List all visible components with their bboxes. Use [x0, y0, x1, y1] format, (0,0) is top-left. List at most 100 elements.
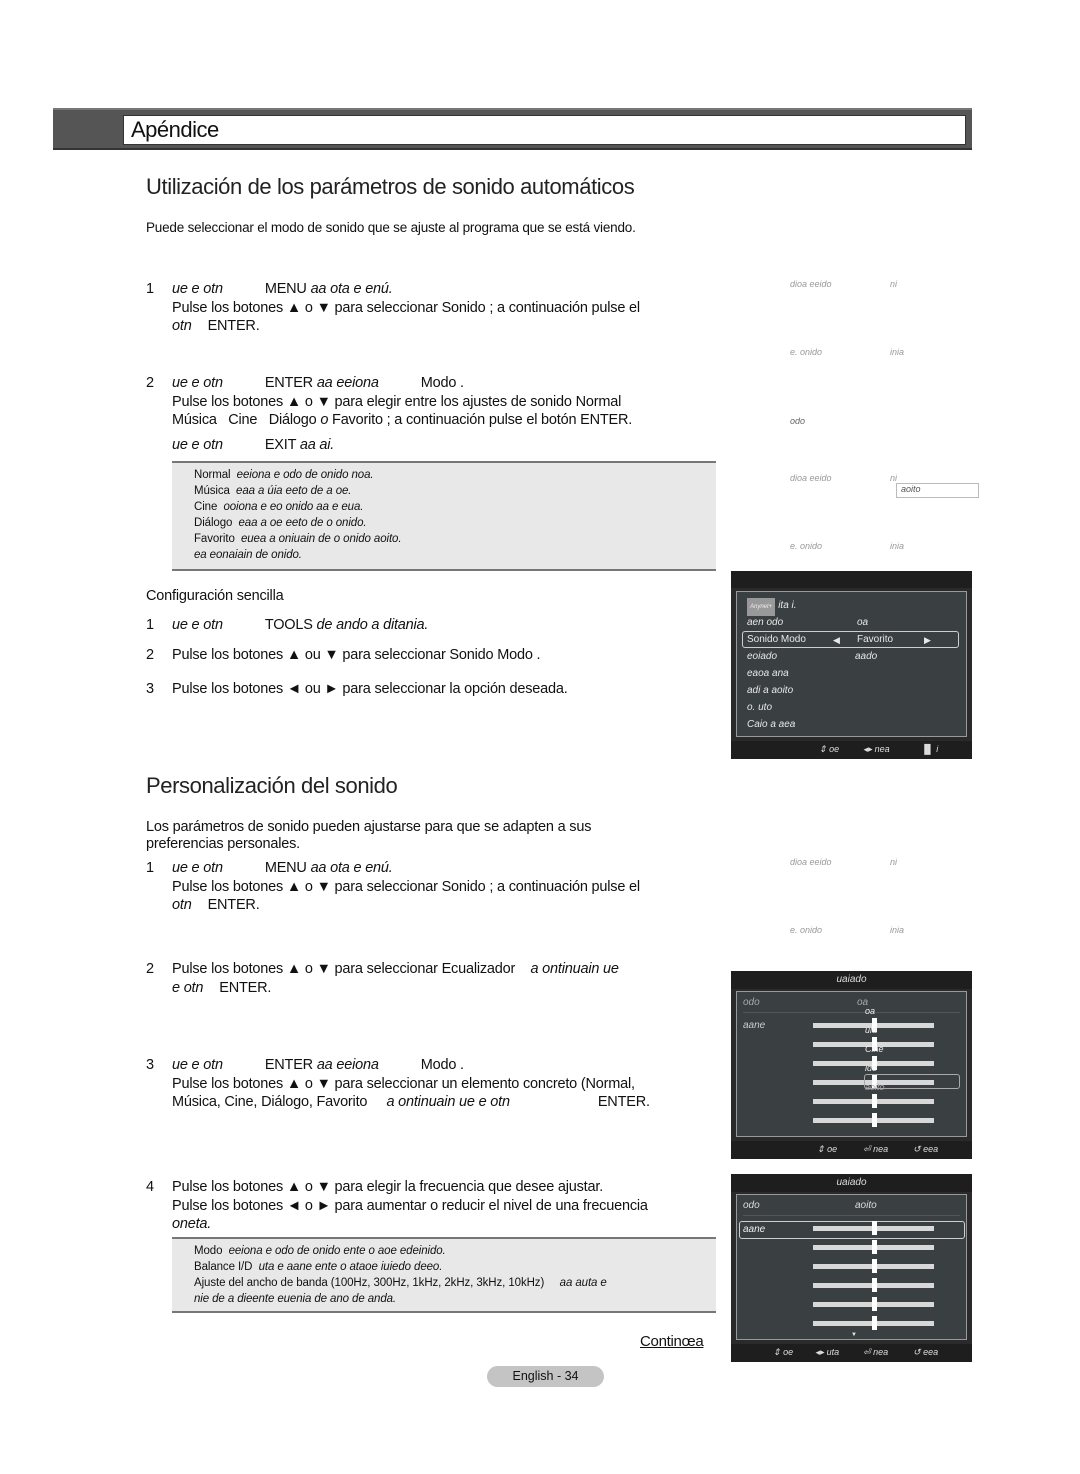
footer-enter: ⏎ nea	[863, 1347, 889, 1357]
button-name: MENU	[264, 281, 307, 297]
ghost-label: ni	[890, 279, 898, 289]
continue-link[interactable]: Continœa	[640, 1333, 704, 1350]
mode-label: odo	[743, 997, 760, 1008]
mode-value: aoito	[855, 1200, 877, 1211]
step-text: aa eeiona	[316, 375, 379, 391]
eq-slider-knob[interactable]	[871, 1240, 877, 1254]
osd-item-value: Favorito	[857, 634, 894, 645]
step-text: ue e otn	[172, 375, 223, 391]
mode-label: odo	[743, 1200, 760, 1211]
eq-slider-knob[interactable]	[871, 1278, 877, 1292]
section-title: Apéndice	[131, 117, 219, 142]
section1-intro: Puede seleccionar el modo de sonido que …	[146, 220, 636, 235]
enter-icon: ⏎	[863, 1347, 871, 1357]
custom-step-4: 4 Pulse los botones ▲ o ▼ para elegir la…	[146, 1179, 648, 1232]
osd-item[interactable]: eaoa ana	[747, 666, 789, 682]
dropdown-option[interactable]: úia	[865, 1021, 885, 1040]
button-name: ENTER.	[207, 318, 260, 334]
ghost-label: dioa eeido	[790, 279, 832, 289]
footer-exit: ▐▌ i	[921, 744, 939, 754]
osd-item[interactable]: aen odo	[747, 615, 783, 631]
osd-footer: ⇕ oe ◂▸ uta ⏎ nea ↺ eea	[731, 1344, 972, 1362]
step-text: Pulse los botones ▲ o ▼ para elegir entr…	[172, 393, 622, 410]
footer-adjust: ◂▸ uta	[815, 1347, 840, 1357]
arrow-left-icon[interactable]: ◀	[833, 632, 840, 648]
ghost-label: inia	[890, 347, 905, 357]
quick-step-3: 3 Pulse los botones ◄ ou ► para seleccio…	[146, 681, 568, 697]
footer-enter: ◂▸ nea	[863, 744, 890, 754]
balance-label: aane	[743, 1224, 766, 1235]
note-item: Ajuste del ancho de banda (100Hz, 300Hz,…	[194, 1277, 607, 1289]
eq-slider-knob[interactable]	[871, 1297, 877, 1311]
step-text: aa ai.	[299, 436, 335, 453]
ghost-label: inia	[890, 925, 905, 935]
scroll-down-icon[interactable]: ▼	[851, 1332, 857, 1338]
eq-slider-knob[interactable]	[871, 1259, 877, 1273]
step-text: Pulse los botones ▲ o ▼ para seleccionar…	[172, 299, 640, 316]
return-icon: ↺	[913, 1347, 921, 1357]
eq-slider-knob[interactable]	[871, 1113, 877, 1127]
osd-footer: ⇕ oe ⏎ nea ↺ eea	[731, 1141, 972, 1159]
eq-slider-knob[interactable]	[871, 1221, 877, 1235]
osd-item[interactable]: o. uto	[747, 700, 772, 716]
ghost-label: ni	[890, 473, 898, 483]
note-item: Modo eeiona e odo de onido ente o aoe ed…	[194, 1245, 446, 1257]
custom-step-1: 1 ue e otn MENU aa ota e enú. Pulse los b…	[146, 860, 640, 913]
osd-footer: ⇕ oe ◂▸ nea ▐▌ i	[731, 741, 972, 759]
osd-item[interactable]: eoiado	[747, 649, 777, 665]
footer-move: ⇕ oe	[817, 1144, 838, 1154]
osd-item-value: oa	[857, 617, 869, 628]
section1-title: Utilización de los parámetros de sonido …	[146, 174, 635, 199]
ghost-label: ni	[890, 857, 898, 867]
balance-label: aane	[743, 1020, 766, 1031]
updown-icon: ⇕	[773, 1347, 781, 1357]
osd-item-anynet[interactable]: Anynet+ ita i.	[747, 598, 797, 616]
exit-door-icon: ▐▌	[921, 744, 934, 754]
enter-icon: ⏎	[863, 1144, 871, 1154]
ghost-label: odo	[790, 416, 806, 426]
section2-intro: Los parámetros de sonido pueden ajustars…	[146, 819, 592, 852]
note-box-modes: Normal eeiona e odo de onido noa. Música…	[172, 461, 716, 571]
osd-title: uaiado	[731, 971, 972, 989]
custom-step-2: 2 Pulse los botones ▲ o ▼ para seleccion…	[146, 961, 619, 996]
divider	[743, 1215, 960, 1216]
footer-return: ↺ eea	[913, 1347, 939, 1357]
osd-tools-menu: Anynet+ ita i. aen odo oa Sonido Modo ◀ F…	[731, 571, 972, 759]
step-text: aa ota e enú.	[310, 281, 393, 297]
leftright-icon: ◂▸	[863, 744, 873, 754]
page-number-badge: English - 34	[487, 1366, 604, 1387]
footer-return: ↺ eea	[913, 1144, 939, 1154]
ghost-label: dioa eeido	[790, 857, 832, 867]
ghost-label: inia	[890, 541, 905, 551]
osd-equalizer-adjust: uaiado odo aoito aane ▼ ⇕ oe ◂▸ uta ⏎ ne…	[731, 1174, 972, 1362]
step-text: ue e otn	[172, 281, 223, 297]
osd-equalizer-mode-select: uaiado odo oa aane oa úia Cine ido aoito…	[731, 971, 972, 1159]
note-box-equalizer: Modo eeiona e odo de onido ente o aoe ed…	[172, 1237, 716, 1313]
custom-step-3: 3 ue e otn ENTER aa eeiona Modo . Pulse lo…	[146, 1057, 650, 1110]
note-item: Normal eeiona e odo de onido noa.	[194, 469, 374, 481]
return-icon: ↺	[913, 1144, 921, 1154]
arrow-right-icon[interactable]: ▶	[924, 632, 931, 648]
dropdown-option[interactable]: oa	[865, 1002, 885, 1021]
dropdown-highlight[interactable]	[864, 1074, 960, 1089]
ghost-label: dioa eeido	[790, 473, 832, 483]
button-name: EXIT	[264, 436, 296, 453]
osd-item-sound-mode[interactable]: Sonido Modo	[747, 632, 806, 648]
divider	[743, 1012, 960, 1013]
dropdown-option[interactable]: Cine	[865, 1040, 885, 1059]
step-number: 1	[146, 281, 154, 297]
note-item: Favorito euea a oniuain de o onido aoito…	[194, 533, 402, 545]
banner-title-box: Apéndice	[123, 115, 966, 145]
step-number: 2	[146, 375, 154, 391]
osd-body: odo aoito aane ▼	[736, 1194, 967, 1340]
note-item: Balance I/D uta e aane ente o ataoe iuie…	[194, 1261, 443, 1273]
osd-item-value: aado	[855, 651, 878, 662]
eq-slider-knob[interactable]	[871, 1316, 877, 1330]
note-item: Cine ooiona e eo onido aa e eua.	[194, 501, 364, 513]
note-item: Música eaa a úia eeto de a oe.	[194, 485, 352, 497]
quick-step-2: 2 Pulse los botones ▲ ou ▼ para seleccio…	[146, 647, 541, 663]
osd-item[interactable]: adi a aoito	[747, 683, 793, 699]
osd-item[interactable]: Caio a aea	[747, 717, 795, 733]
footer-move: ⇕ oe	[819, 744, 840, 754]
ghost-selected-box: aoito	[896, 483, 979, 498]
